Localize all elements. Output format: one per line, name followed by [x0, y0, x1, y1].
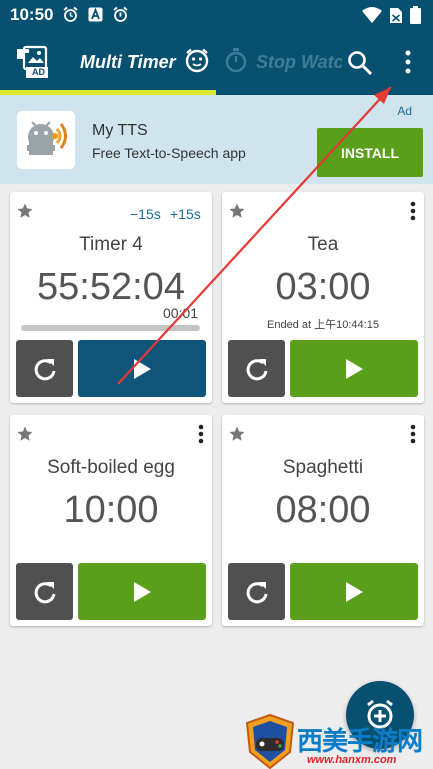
play-button[interactable]: [290, 340, 418, 397]
ad-icon-label: AD: [32, 67, 45, 77]
watermark-text: 西美手游网: [297, 727, 423, 757]
install-button[interactable]: INSTALL: [317, 128, 423, 177]
stopwatch-icon: [224, 47, 248, 78]
reset-icon: [34, 358, 55, 380]
timer-time: 10:00: [63, 489, 159, 531]
overflow-menu-icon[interactable]: [397, 47, 419, 77]
timer-card[interactable]: −15s +15s Timer 4 55:52:04 00:01: [10, 192, 212, 403]
timer-time: 03:00: [275, 266, 371, 308]
wifi-icon: [362, 7, 382, 28]
card-menu-icon[interactable]: [406, 200, 420, 222]
tab-stopwatch[interactable]: Stop Watc: [224, 29, 342, 95]
battery-icon: [410, 6, 421, 29]
star-icon[interactable]: [16, 425, 34, 443]
play-button[interactable]: [78, 563, 206, 620]
timer-name: Soft-boiled egg: [47, 457, 175, 478]
ad-app-name: My TTS: [92, 122, 148, 139]
timer-progress-bar: [21, 325, 200, 331]
alarm-clock-icon: [62, 6, 79, 23]
timer-card[interactable]: Spaghetti 08:00: [222, 415, 424, 626]
play-icon: [134, 581, 151, 602]
timer-name: Timer 4: [79, 234, 143, 255]
reset-button[interactable]: [16, 563, 73, 620]
tts-app-icon: [17, 111, 75, 169]
reset-icon: [34, 581, 55, 603]
timer-card[interactable]: Soft-boiled egg 10:00: [10, 415, 212, 626]
tab-multi-timer-label: Multi Timer: [80, 51, 176, 72]
card-menu-icon[interactable]: [406, 423, 420, 445]
gamepad-shield-logo: [245, 714, 295, 769]
reset-icon: [246, 581, 267, 603]
timer-face-icon: [184, 47, 210, 78]
site-watermark: 西美手游网 www.hanxm.com: [244, 714, 433, 769]
tab-multi-timer[interactable]: Multi Timer: [80, 29, 210, 95]
no-sim-icon: [389, 7, 403, 29]
play-icon: [346, 581, 363, 602]
ad-badge: Ad: [397, 104, 412, 118]
minus-15s-button[interactable]: −15s: [130, 206, 161, 222]
reset-button[interactable]: [16, 340, 73, 397]
timer-ended-text: Ended at 上午10:44:15: [267, 319, 379, 331]
ad-app-description: Free Text-to-Speech app: [92, 145, 246, 161]
timer-name: Tea: [307, 234, 339, 255]
card-menu-icon[interactable]: [194, 423, 208, 445]
play-icon: [346, 358, 363, 379]
star-icon[interactable]: [16, 202, 34, 220]
timer-time: 08:00: [275, 489, 371, 531]
plus-15s-button[interactable]: +15s: [170, 206, 201, 222]
search-icon[interactable]: [346, 49, 374, 77]
status-bar: 10:50: [0, 0, 433, 29]
play-button[interactable]: [290, 563, 418, 620]
star-icon[interactable]: [228, 202, 246, 220]
ad-icon-button[interactable]: AD: [14, 45, 52, 79]
tab-stopwatch-label: Stop Watc: [256, 51, 342, 72]
timer-name: Spaghetti: [282, 457, 364, 478]
timer-sub-time: 00:01: [162, 305, 198, 321]
alarm-clock-icon: [112, 6, 129, 23]
app-a-icon: [87, 6, 104, 23]
ad-banner[interactable]: My TTS Free Text-to-Speech app Ad INSTAL…: [0, 95, 433, 184]
play-button[interactable]: [78, 340, 206, 397]
status-time: 10:50: [10, 5, 54, 24]
reset-button[interactable]: [228, 340, 285, 397]
timer-time: 55:52:04: [37, 266, 185, 308]
reset-button[interactable]: [228, 563, 285, 620]
reset-icon: [246, 358, 267, 380]
watermark-url: www.hanxm.com: [307, 754, 397, 766]
timer-card[interactable]: Tea 03:00 Ended at 上午10:44:15: [222, 192, 424, 403]
app-bar: AD Multi Timer Stop Watc: [0, 29, 433, 95]
star-icon[interactable]: [228, 425, 246, 443]
play-icon: [134, 358, 151, 379]
